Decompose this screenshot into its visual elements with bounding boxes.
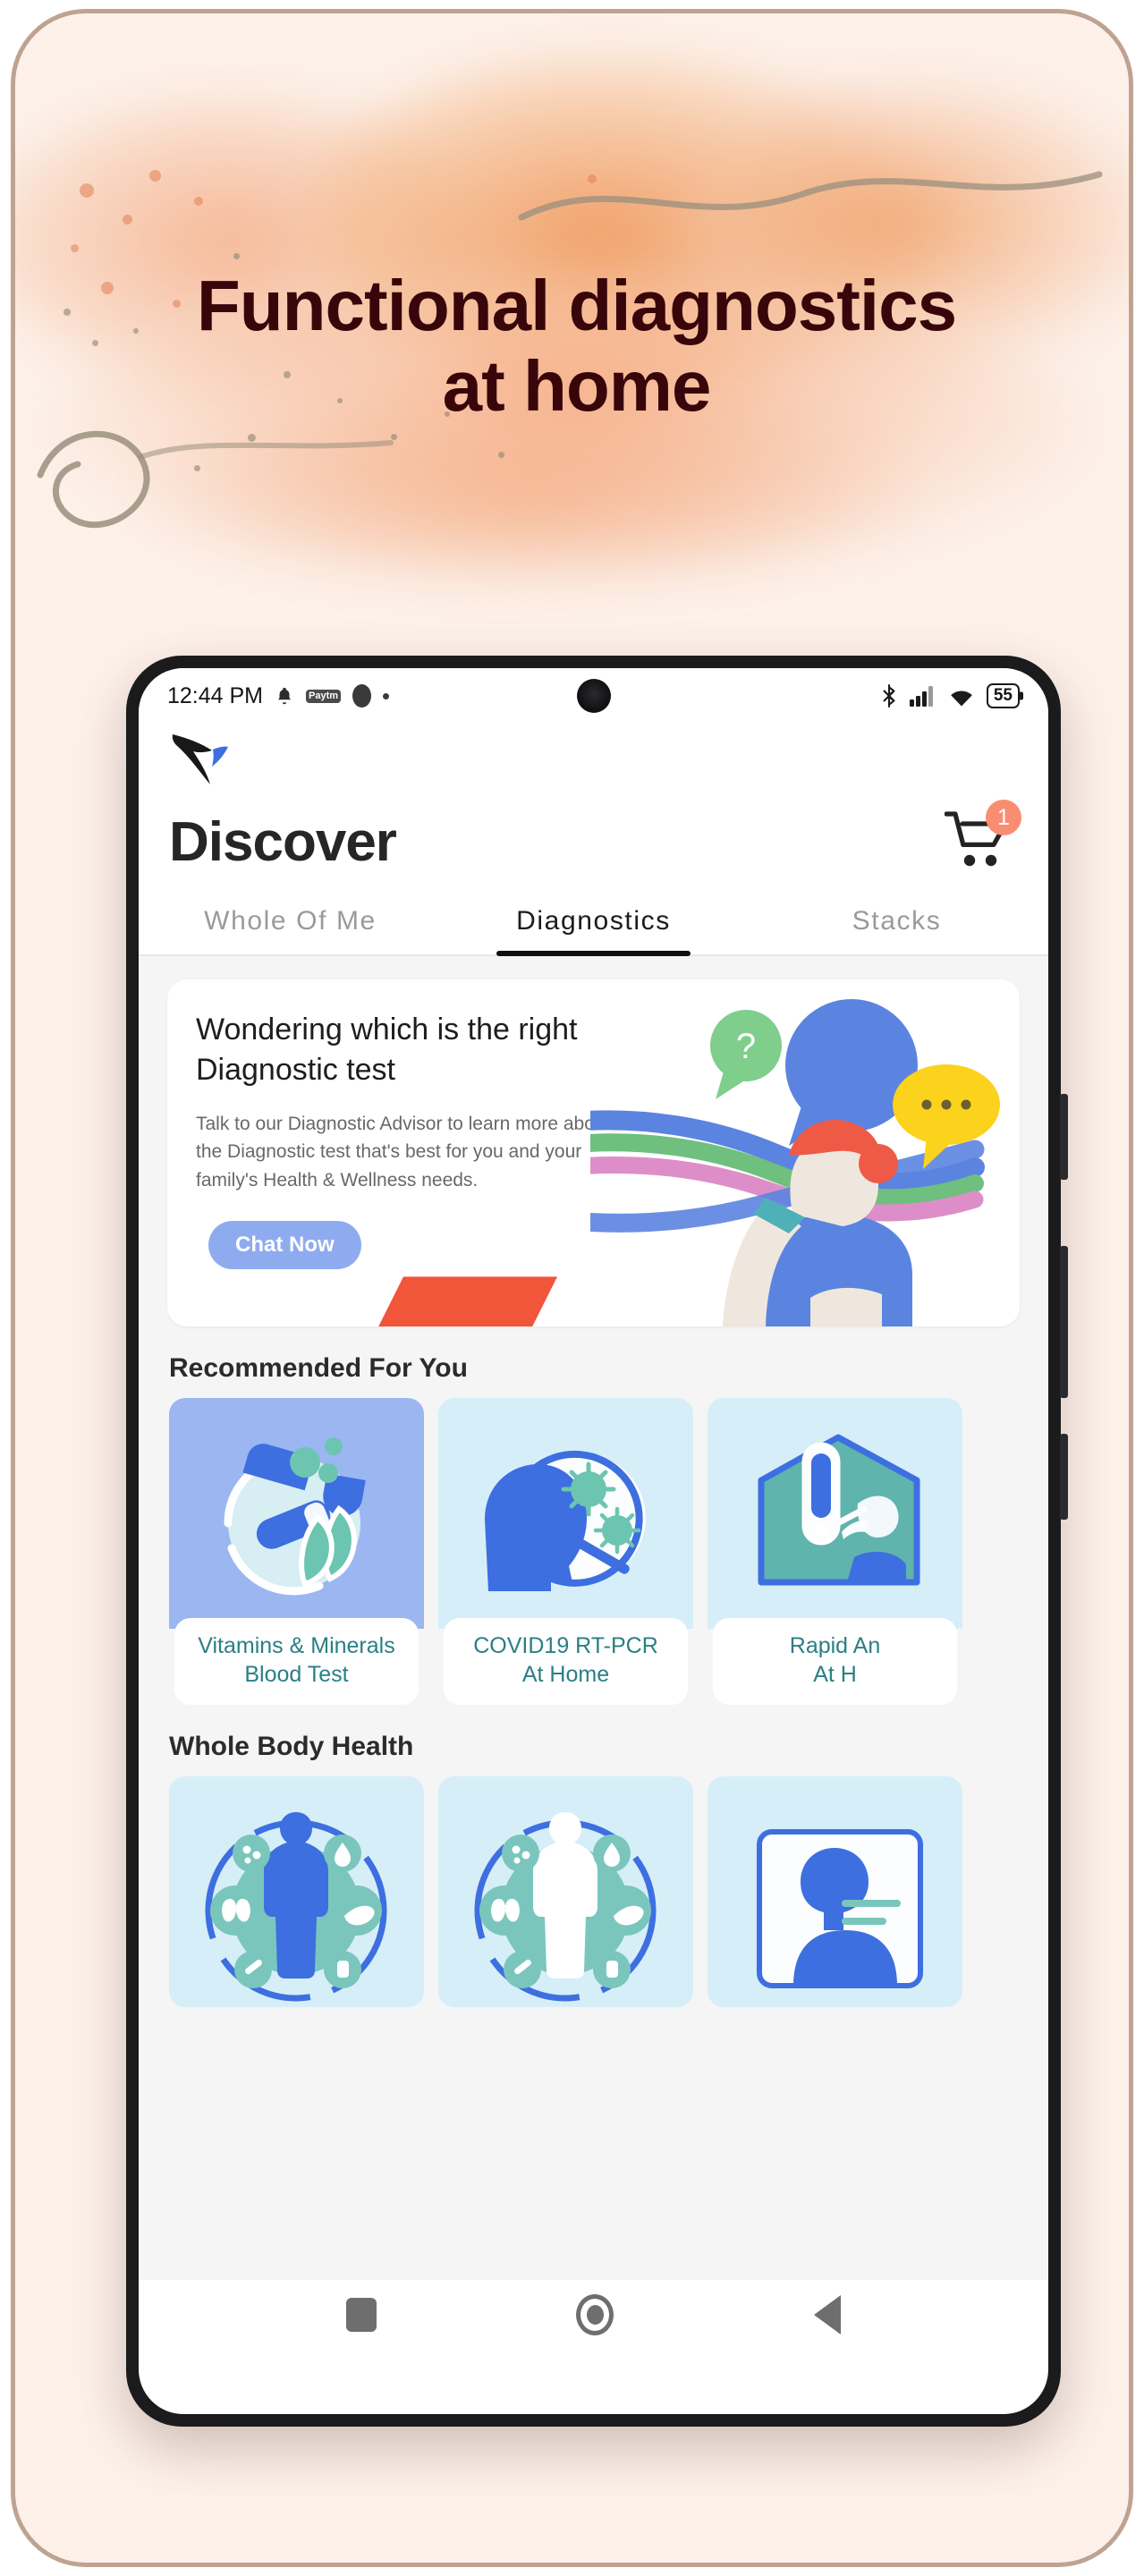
- seated-person-icon: [757, 1829, 923, 1989]
- back-button-icon[interactable]: [814, 2295, 842, 2335]
- cart-badge: 1: [986, 800, 1021, 835]
- speck: [248, 434, 256, 442]
- camera-punch-hole: [576, 679, 611, 713]
- product-card-whole-body-3[interactable]: [708, 1776, 962, 2008]
- advisor-chat-illustration: ?: [590, 999, 1000, 1327]
- page-title: Discover: [169, 811, 397, 873]
- promo-poster-frame: Functional diagnostics at home 12:44 PM …: [11, 9, 1133, 2567]
- battery-level: 55: [993, 686, 1013, 705]
- recents-button-icon[interactable]: [345, 2298, 377, 2333]
- app-header: Discover 1: [139, 724, 1048, 890]
- speck: [80, 183, 94, 198]
- whole-body-organs-light-icon: [474, 1812, 657, 2002]
- section-heading-recommended: Recommended For You: [169, 1353, 468, 1384]
- tab-diagnostics[interactable]: Diagnostics: [442, 890, 745, 957]
- status-bar-left: 12:44 PM Paytm: [167, 682, 390, 709]
- diagnostic-advisor-card[interactable]: Wondering which is the right Diagnostic …: [167, 979, 1020, 1327]
- status-time: 12:44 PM: [167, 682, 264, 708]
- tab-bar: Whole Of Me Diagnostics Stacks: [139, 890, 1048, 957]
- watercolor-splash: [123, 398, 928, 595]
- speck: [194, 465, 200, 471]
- ink-squiggle: [518, 171, 1103, 221]
- title-row: Discover 1: [169, 792, 1021, 890]
- cellular-signal-icon: [909, 686, 933, 707]
- promo-headline: Functional diagnostics at home: [196, 266, 957, 426]
- status-bar-right: 55: [880, 683, 1020, 708]
- card-label: COVID19 RT-PCR At Home: [444, 1618, 688, 1706]
- whole-body-organs-icon: [205, 1812, 387, 2002]
- home-button-icon[interactable]: [576, 2294, 614, 2336]
- speck: [149, 170, 161, 182]
- card-artwork: [169, 1398, 424, 1630]
- speck: [233, 253, 240, 259]
- speck: [391, 434, 397, 440]
- wifi-icon: [951, 691, 972, 707]
- notification-dot-small-icon: [383, 692, 390, 699]
- covid-swab-icon: [485, 1451, 646, 1592]
- product-card-rapid-antigen[interactable]: Rapid An At H: [708, 1398, 962, 1706]
- cart-button[interactable]: 1: [944, 800, 1021, 876]
- recommended-card-row[interactable]: Vitamins & Minerals Blood Test COVID19 R…: [139, 1398, 1048, 1706]
- card-artwork: [438, 1398, 693, 1630]
- speck: [498, 452, 504, 458]
- speck: [588, 174, 597, 183]
- product-card-whole-body-2[interactable]: [438, 1776, 693, 2008]
- paytm-notification-icon: Paytm: [306, 689, 342, 703]
- battery-icon: 55: [986, 683, 1020, 708]
- section-heading-whole-body: Whole Body Health: [169, 1732, 414, 1762]
- product-card-whole-body-1[interactable]: [169, 1776, 424, 2008]
- svg-text:?: ?: [736, 1027, 756, 1066]
- speck: [194, 197, 203, 206]
- hummingbird-logo: [172, 734, 228, 784]
- status-bar: 12:44 PM Paytm 55: [139, 668, 1048, 724]
- card-artwork: [708, 1398, 962, 1630]
- phone-volume-button[interactable]: [1060, 1246, 1068, 1398]
- bell-icon: [278, 687, 291, 705]
- phone-side-button[interactable]: [1060, 1094, 1068, 1180]
- product-card-covid-rtpcr[interactable]: COVID19 RT-PCR At Home: [438, 1398, 693, 1706]
- vitamins-minerals-icon: [224, 1437, 366, 1596]
- card-artwork: [169, 1776, 424, 2008]
- phone-device-mockup: 12:44 PM Paytm 55 Discover 1 Whole Of Me…: [126, 656, 1068, 2427]
- whole-body-card-row[interactable]: [139, 1776, 1048, 2008]
- android-nav-bar: [139, 2280, 1048, 2351]
- tab-whole-of-me[interactable]: Whole Of Me: [139, 890, 442, 954]
- bluetooth-icon: [883, 684, 895, 708]
- card-label: Vitamins & Minerals Blood Test: [174, 1618, 419, 1706]
- rapid-antigen-icon: [758, 1434, 920, 1586]
- phone-screen: 12:44 PM Paytm 55 Discover 1 Whole Of Me…: [139, 668, 1048, 2414]
- speck: [71, 244, 79, 252]
- product-card-vitamins[interactable]: Vitamins & Minerals Blood Test: [169, 1398, 424, 1706]
- speck: [123, 215, 132, 225]
- app-scroll-body[interactable]: Wondering which is the right Diagnostic …: [139, 956, 1048, 2281]
- card-artwork: [438, 1776, 693, 2008]
- card-artwork: [708, 1776, 962, 2008]
- phone-power-button[interactable]: [1060, 1434, 1068, 1520]
- tab-stacks[interactable]: Stacks: [745, 890, 1048, 954]
- laptop-illustration: [378, 1276, 557, 1327]
- card-label: Rapid An At H: [713, 1618, 957, 1706]
- notification-dot-icon: [352, 684, 372, 708]
- chat-now-button[interactable]: Chat Now: [208, 1221, 361, 1270]
